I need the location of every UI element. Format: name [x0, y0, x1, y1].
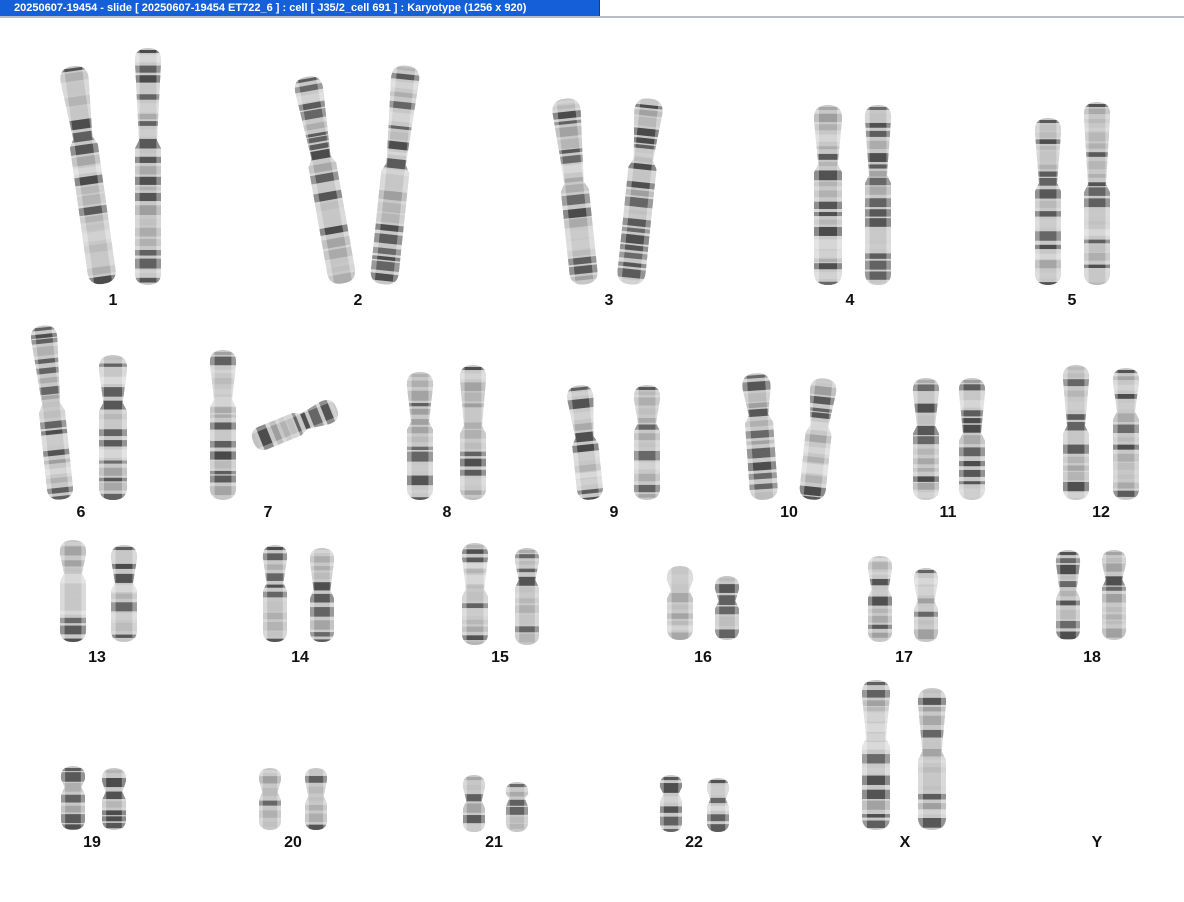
chromosome-6-b[interactable] [98, 355, 128, 500]
chromosome-9-b[interactable] [633, 385, 661, 500]
chromosome-label-16: 16 [694, 649, 712, 666]
chromosome-label-6: 6 [76, 504, 86, 521]
chromosome-18-b[interactable] [1101, 550, 1127, 640]
chromosome-15-a[interactable] [461, 543, 489, 645]
chromosome-label-19: 19 [83, 834, 101, 851]
chromosome-22-b[interactable] [706, 778, 730, 832]
chromosome-3-a[interactable] [550, 97, 599, 286]
chromosome-10-a[interactable] [741, 372, 780, 501]
chromosome-5-b[interactable] [1083, 102, 1111, 285]
chromosome-label-20: 20 [284, 834, 302, 851]
chromosome-x-a[interactable] [861, 680, 891, 830]
chromosome-label-22: 22 [685, 834, 703, 851]
chromosome-8-a[interactable] [406, 372, 434, 500]
chromosome-label-18: 18 [1083, 649, 1101, 666]
chromosome-16-b[interactable] [714, 576, 740, 640]
chromosome-11-b[interactable] [958, 378, 986, 500]
chromosome-12-b[interactable] [1112, 368, 1140, 500]
chromosome-4-b[interactable] [864, 105, 892, 285]
chromosome-11-a[interactable] [912, 378, 940, 500]
chromosome-14-a[interactable] [262, 545, 288, 642]
chromosome-x-b[interactable] [917, 688, 947, 830]
chromosome-1-b[interactable] [134, 48, 162, 285]
chromosome-label-3: 3 [604, 292, 614, 309]
chromosome-2-b[interactable] [369, 64, 422, 286]
chromosome-5-a[interactable] [1034, 118, 1062, 285]
chromosome-13-b[interactable] [110, 545, 138, 642]
chromosome-19-b[interactable] [101, 768, 127, 830]
chromosome-13-a[interactable] [59, 540, 87, 642]
chromosome-label-14: 14 [291, 649, 309, 666]
chromosome-21-b[interactable] [505, 782, 529, 832]
chromosome-22-a[interactable] [659, 775, 683, 832]
chromosome-21-a[interactable] [462, 775, 486, 832]
chromosome-label-13: 13 [88, 649, 106, 666]
chromosome-label-15: 15 [491, 649, 509, 666]
chromosome-7-b[interactable] [248, 396, 342, 454]
chromosome-16-a[interactable] [666, 566, 694, 640]
chromosome-12-a[interactable] [1062, 365, 1090, 500]
chromosome-label-21: 21 [485, 834, 503, 851]
chromosome-19-a[interactable] [60, 766, 86, 830]
chromosome-2-a[interactable] [292, 74, 358, 286]
chromosome-17-b[interactable] [913, 568, 939, 642]
chromosome-3-b[interactable] [615, 97, 664, 286]
chromosome-label-2: 2 [353, 292, 363, 309]
chromosome-label-1: 1 [108, 292, 118, 309]
chromosome-9-a[interactable] [565, 383, 605, 502]
chromosome-20-a[interactable] [258, 768, 282, 830]
window-title-bar[interactable]: 20250607-19454 - slide [ 20250607-19454 … [0, 0, 600, 16]
chromosome-6-a[interactable] [29, 324, 75, 501]
chromosome-15-b[interactable] [514, 548, 540, 645]
chromosome-label-x: X [899, 834, 911, 851]
chromosome-20-b[interactable] [304, 768, 328, 830]
chromosome-label-7: 7 [263, 504, 273, 521]
chromosome-label-12: 12 [1092, 504, 1110, 521]
chromosome-8-b[interactable] [459, 365, 487, 500]
chromosome-label-4: 4 [845, 292, 855, 309]
chromosome-label-8: 8 [442, 504, 452, 521]
chromosome-18-a[interactable] [1055, 550, 1081, 640]
chromosome-label-5: 5 [1067, 292, 1077, 309]
chromosome-17-a[interactable] [867, 556, 893, 642]
chromosome-1-a[interactable] [58, 64, 118, 286]
chromosome-14-b[interactable] [309, 548, 335, 642]
chromosome-label-y: Y [1091, 834, 1103, 851]
chromosome-label-10: 10 [780, 504, 798, 521]
karyogram-area: 1 2 3 4 5 6 7 8 9 10 11 12 13 14 15 16 17 18 19 20 21 22 X Y [0, 18, 1184, 902]
chromosome-label-11: 11 [939, 504, 957, 521]
chromosome-4-a[interactable] [813, 105, 843, 285]
chromosome-7-a[interactable] [209, 350, 237, 500]
chromosome-label-17: 17 [895, 649, 913, 666]
chromosome-label-9: 9 [609, 504, 619, 521]
chromosome-10-b[interactable] [798, 376, 839, 502]
